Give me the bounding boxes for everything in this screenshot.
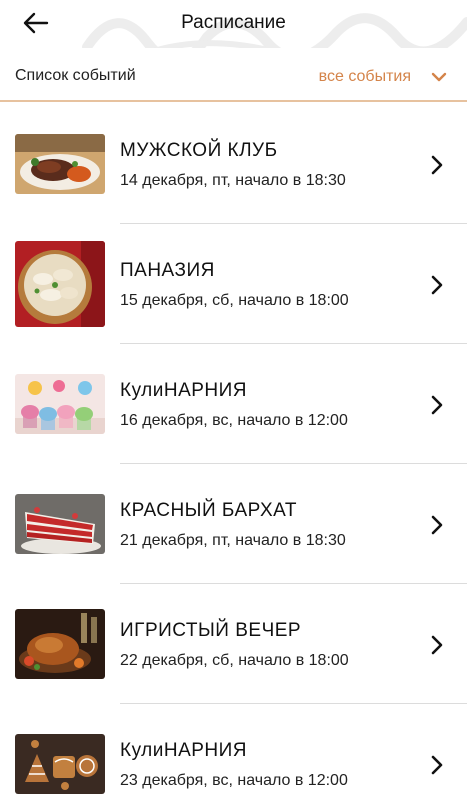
page-title: Расписание [181, 12, 286, 33]
filter-label: Список событий [15, 67, 136, 84]
cupcakes-photo [15, 374, 105, 434]
event-list-item[interactable]: МУЖСКОЙ КЛУБ 14 декабря, пт, начало в 18… [0, 104, 467, 224]
event-filter-bar: Список событий все события [0, 56, 467, 102]
event-title: МУЖСКОЙ КЛУБ [120, 140, 278, 161]
event-list-item[interactable]: ПАНАЗИЯ 15 декабря, сб, начало в 18:00 [0, 224, 467, 344]
event-list: МУЖСКОЙ КЛУБ 14 декабря, пт, начало в 18… [0, 104, 467, 800]
event-title: КулиНАРНИЯ [120, 740, 248, 761]
event-list-item[interactable]: КулиНАРНИЯ 23 декабря, вс, начало в 12:0… [0, 704, 467, 800]
event-list-item[interactable]: КулиНАРНИЯ 16 декабря, вс, начало в 12:0… [0, 344, 467, 464]
event-list-item[interactable]: КРАСНЫЙ БАРХАТ 21 декабря, пт, начало в … [0, 464, 467, 584]
chevron-right-icon [431, 755, 443, 775]
event-date: 14 декабря, пт, начало в 18:30 [120, 172, 346, 189]
event-filter-dropdown[interactable]: все события [319, 62, 447, 92]
filter-selected-value: все события [318, 68, 411, 85]
event-date: 22 декабря, сб, начало в 18:00 [120, 652, 349, 669]
dumplings-bowl-photo [15, 241, 105, 327]
event-title: ИГРИСТЫЙ ВЕЧЕР [120, 620, 302, 641]
event-date: 23 декабря, вс, начало в 12:00 [120, 772, 348, 789]
chevron-right-icon [431, 635, 443, 655]
event-title: ПАНАЗИЯ [120, 260, 215, 281]
chevron-right-icon [431, 395, 443, 415]
event-date: 15 декабря, сб, начало в 18:00 [120, 292, 349, 309]
chevron-right-icon [431, 275, 443, 295]
event-date: 16 декабря, вс, начало в 12:00 [120, 412, 348, 429]
app-header: Расписание [0, 0, 467, 48]
event-title: КРАСНЫЙ БАРХАТ [120, 500, 297, 521]
steak-dish-photo [15, 134, 105, 194]
red-velvet-cake-photo [15, 494, 105, 554]
event-title: КулиНАРНИЯ [120, 380, 248, 401]
roast-chicken-photo [15, 609, 105, 679]
chevron-right-icon [431, 515, 443, 535]
event-list-item[interactable]: ИГРИСТЫЙ ВЕЧЕР 22 декабря, сб, начало в … [0, 584, 467, 704]
chevron-right-icon [431, 155, 443, 175]
gingerbread-cookies-photo [15, 734, 105, 794]
chevron-down-icon [431, 72, 447, 82]
event-date: 21 декабря, пт, начало в 18:30 [120, 532, 346, 549]
